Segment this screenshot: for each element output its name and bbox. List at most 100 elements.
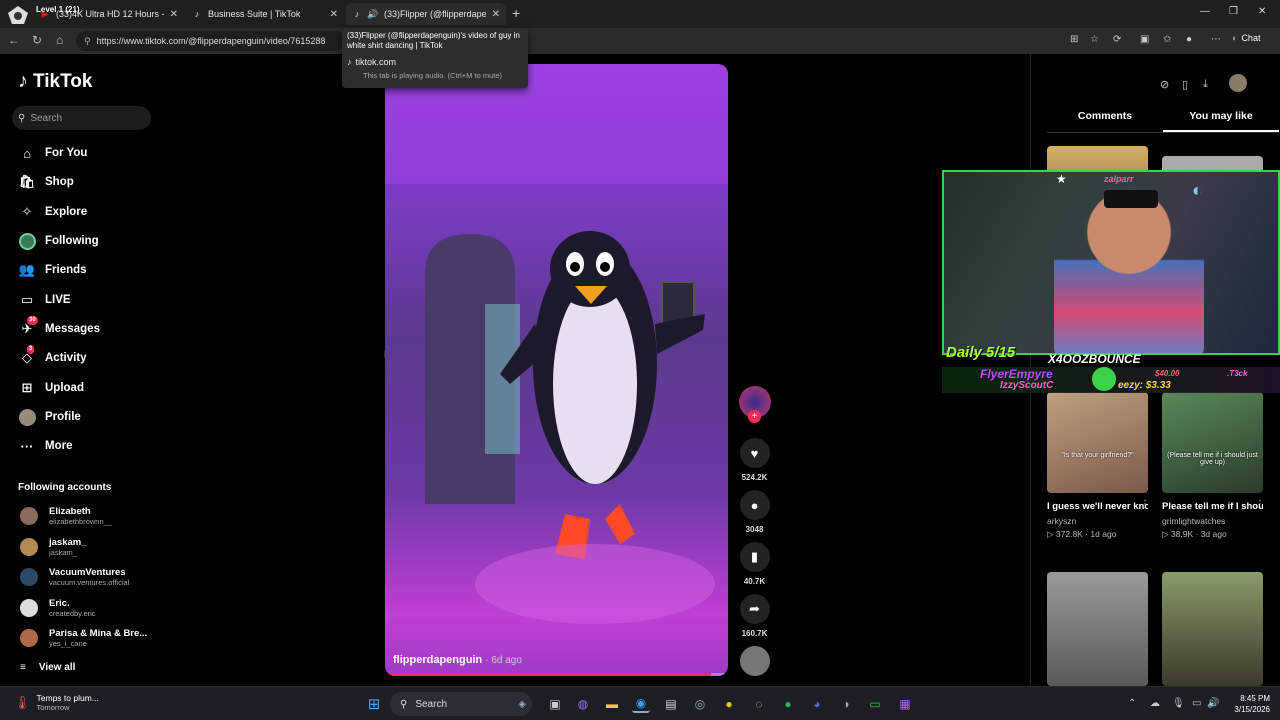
speaker-icon[interactable]: 🔊 (367, 9, 378, 19)
tiktok-logo[interactable]: ♪ TikTok (18, 70, 92, 93)
search-highlight-icon: ◈ (518, 698, 526, 710)
recommended-card[interactable]: (Please tell me if i should just give up… (1162, 392, 1263, 540)
nav-more[interactable]: ··· More (18, 436, 73, 456)
device-icon[interactable]: ▯ (1182, 78, 1188, 91)
apps-icon[interactable]: ⊞ (1070, 34, 1078, 45)
like-button[interactable]: ♥ 524.2K (738, 438, 771, 482)
nav-profile[interactable]: Profile (18, 407, 81, 427)
steam-icon[interactable]: ◎ (691, 695, 709, 713)
video-author[interactable]: flipperdapenguin · 6d ago (393, 654, 522, 666)
account-parisa[interactable]: Parisa & Mina & Bre... yes_i_cane (20, 625, 147, 651)
window-close-icon[interactable]: ✕ (1258, 6, 1266, 17)
tray-chevron-icon[interactable]: ⌃ (1128, 698, 1136, 709)
card-author[interactable]: grimlightwatches (1162, 516, 1263, 526)
chrome-icon[interactable]: ● (720, 695, 738, 713)
close-icon[interactable]: ✕ (492, 9, 500, 20)
maximize-icon[interactable]: ❐ (1229, 6, 1238, 17)
comment-button[interactable]: ● 3048 (738, 490, 771, 534)
video-player[interactable]: flipperdapenguin · 6d ago (385, 64, 728, 676)
volume-icon[interactable]: 🔊 (1207, 698, 1219, 709)
close-icon[interactable]: ✕ (330, 9, 338, 20)
home-icon[interactable]: ⌂ (56, 33, 63, 47)
tooltip-title: (33)Flipper (@flipperdapenguin)'s video … (347, 31, 520, 50)
favorites-icon[interactable]: ✩ (1163, 34, 1171, 45)
windows-start-icon[interactable]: ⊞ (365, 695, 383, 713)
tab-comments[interactable]: Comments (1047, 110, 1163, 130)
nav-activity[interactable]: ◇ 3 Activity (18, 345, 87, 368)
cloud-icon[interactable]: ☁ (1150, 698, 1160, 709)
split-screen-icon[interactable]: ▣ (1140, 34, 1149, 45)
user-avatar-icon[interactable] (1229, 74, 1247, 92)
sound-disc-button[interactable] (738, 646, 771, 676)
tab-you-may-like[interactable]: You may like (1163, 110, 1279, 132)
card-stats: ▷ 38.9K · 3d ago (1162, 529, 1227, 539)
nav-upload[interactable]: ⊞ Upload (18, 378, 84, 398)
weather-widget[interactable]: 🌡 Temps to plum... Tomorrow (14, 693, 99, 712)
share-button[interactable]: ➦ 160.7K (738, 594, 771, 638)
profile-avatar-icon[interactable]: ● (1186, 34, 1192, 45)
tab-flipper[interactable]: ♪ 🔊 (33)Flipper (@flipperdapengu ✕ (346, 3, 506, 25)
card-description: Please tell me if I should just give ... (1162, 501, 1263, 512)
following-accounts-title: Following accounts (18, 482, 112, 493)
calculator-icon[interactable]: ▦ (896, 695, 914, 713)
windows-taskbar: 🌡 Temps to plum... Tomorrow ⊞ ⚲ Search ◈ … (0, 686, 1280, 720)
task-view-icon[interactable]: ▣ (546, 695, 564, 713)
obs-icon[interactable]: ◌ (750, 695, 768, 713)
nav-explore[interactable]: ✧ Explore (18, 202, 88, 222)
account-elizabeth[interactable]: Elizabeth elizabethbrownn__ (20, 503, 112, 529)
microphone-icon[interactable]: 🎙 (1172, 698, 1185, 709)
search-input[interactable]: ⚲ Search (12, 106, 151, 130)
account-vacuumventures[interactable]: VacuumVentures vacuum.ventures.official (20, 564, 129, 590)
video-thumbnail (1047, 572, 1148, 686)
discord-icon[interactable]: ◕ (808, 695, 826, 713)
recommended-card[interactable]: "Is that your girlfriend?" I guess we'll… (1047, 392, 1148, 540)
recommended-card[interactable] (1162, 572, 1263, 686)
back-icon[interactable]: ← (8, 33, 20, 47)
steam-app-icon[interactable]: ◑ (837, 695, 855, 713)
taskbar-search[interactable]: ⚲ Search ◈ (390, 692, 532, 716)
spotify-icon[interactable]: ● (779, 695, 797, 713)
site-info-icon[interactable]: ⚲ (84, 36, 91, 47)
network-icon[interactable]: ▭ (1192, 698, 1201, 709)
nav-live[interactable]: ▭ LIVE (18, 290, 71, 310)
favorite-star-icon[interactable]: ☆ (1090, 34, 1099, 45)
avatar (20, 568, 38, 586)
follow-plus-icon[interactable]: + (748, 410, 761, 423)
view-all-button[interactable]: ≡ View all (20, 662, 75, 673)
more-options-icon[interactable]: ⋮ (1140, 499, 1150, 510)
nav-shop[interactable]: 🛍 Shop (18, 172, 74, 192)
terminal-icon[interactable]: ▭ (866, 695, 884, 713)
refresh-icon[interactable]: ↻ (32, 33, 42, 47)
tiktok-logo-icon: ♪ (18, 70, 28, 92)
nav-for-you[interactable]: ⌂ For You (18, 143, 87, 163)
store-icon[interactable]: ▤ (662, 695, 680, 713)
extensions-icon[interactable]: ⟳ (1113, 34, 1121, 45)
nav-following[interactable]: Following (18, 231, 99, 251)
menu-dots-icon[interactable]: ⋯ (1211, 34, 1221, 45)
bookmark-button[interactable]: ▮ 40.7K (738, 542, 771, 586)
address-bar[interactable]: ⚲ https://www.tiktok.com/@flipperdapengu… (76, 31, 346, 51)
card-author[interactable]: arkyszn (1047, 516, 1148, 526)
copilot-app-icon[interactable]: ◍ (574, 695, 592, 713)
explore-icon[interactable]: ⊘ (1160, 78, 1169, 91)
edge-browser-icon[interactable]: ◉ (632, 695, 650, 713)
author-avatar-button[interactable]: + (738, 386, 771, 423)
more-options-icon[interactable]: ⋮ (1255, 499, 1265, 510)
thumbnail-caption: "Is that your girlfriend?" (1061, 452, 1134, 459)
file-explorer-icon[interactable]: ▬ (603, 695, 621, 713)
download-icon[interactable]: ⤓ (1203, 78, 1208, 91)
stream-webcam-overlay: ◐ ★ zalparr Daily 5/15 X4OOZBOUNCE Flyer… (942, 170, 1280, 393)
home-icon: ⌂ (23, 145, 31, 161)
nav-friends[interactable]: 👥 Friends (18, 260, 87, 280)
copilot-chat-button[interactable]: ◐ Chat (1232, 33, 1260, 43)
account-eric[interactable]: Eric. createdby.eric (20, 595, 96, 621)
account-jaskam[interactable]: jaskam_ jaskam_ (20, 534, 87, 560)
close-icon[interactable]: ✕ (170, 9, 178, 20)
recommended-card[interactable] (1047, 572, 1148, 686)
nav-messages[interactable]: ✈ 30 Messages (18, 316, 100, 339)
minimize-icon[interactable]: — (1200, 6, 1210, 17)
new-tab-button[interactable]: + (512, 5, 520, 21)
tab-business-suite[interactable]: ♪ Business Suite | TikTok ✕ (186, 3, 344, 25)
video-progress-bar[interactable] (385, 673, 728, 676)
system-clock[interactable]: 8:45 PM 3/15/2026 (1222, 693, 1270, 715)
